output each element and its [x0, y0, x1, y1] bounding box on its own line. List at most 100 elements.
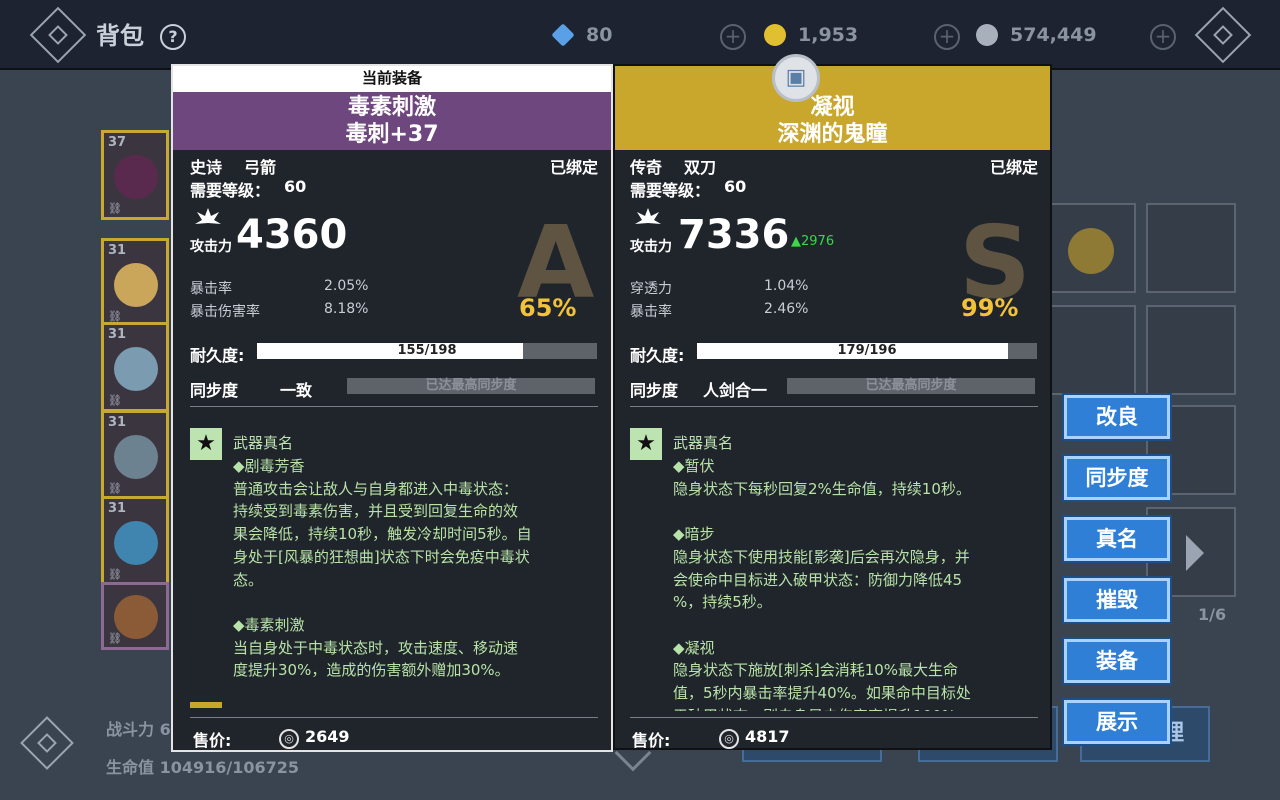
sync-value: 人剑合一	[703, 381, 768, 400]
true-name-description: ◆剧毒芳香 普通攻击会让敌人与自身都进入中毒状态： 持续受到毒素伤害，并且受到回…	[233, 457, 532, 680]
stat-value: 8.18%	[324, 301, 369, 317]
atk-label: 攻击力	[190, 239, 232, 255]
inventory-slot[interactable]: 31 ⛓	[101, 238, 169, 328]
true-name-title: 武器真名	[673, 434, 734, 452]
next-star-icon	[190, 702, 222, 708]
true-name-title: 武器真名	[233, 434, 294, 452]
durability-label: 耐久度:	[630, 346, 685, 365]
sync-label: 同步度	[630, 381, 679, 400]
inventory-slot[interactable]: 31 ⛓	[101, 410, 169, 500]
attack-icon	[195, 208, 221, 224]
page-indicator: 1/6	[1198, 605, 1227, 624]
add-diamond-button[interactable]: +	[720, 24, 746, 50]
weapon-type: 弓箭	[244, 158, 277, 177]
home-icon	[1213, 25, 1233, 45]
link-icon: ⛓	[108, 632, 122, 645]
price-value: 2649	[305, 727, 350, 746]
diamond-currency: 80	[551, 22, 672, 50]
slot-level: 31	[108, 243, 127, 258]
stat-value: 1.04%	[764, 278, 809, 294]
item-title: 凝视	[810, 95, 855, 120]
slot-level: 37	[108, 135, 127, 150]
inventory-slot[interactable]: ⛓	[101, 582, 169, 650]
add-silver-button[interactable]: +	[1150, 24, 1176, 50]
price-value: 4817	[745, 727, 790, 746]
chevron-up-icon	[37, 733, 57, 753]
divider	[190, 717, 598, 718]
bound-status: 已绑定	[990, 158, 1039, 177]
bow-icon	[114, 155, 158, 199]
atk-increase: ▲2976	[791, 234, 834, 249]
bound-status: 已绑定	[550, 158, 599, 177]
gold-coin-icon	[764, 24, 786, 46]
atk-value: 7336	[678, 212, 790, 258]
ring-icon	[114, 435, 158, 479]
sync-bar: 已达最高同步度	[347, 378, 595, 394]
back-button[interactable]	[29, 6, 87, 64]
divider	[630, 717, 1038, 718]
home-button[interactable]	[1194, 6, 1252, 64]
show-button[interactable]: 展示	[1064, 700, 1170, 744]
star-icon: ★	[630, 428, 662, 460]
stat-value: 2.05%	[324, 278, 369, 294]
item-name-band: 毒素刺激 毒刺+37	[173, 92, 611, 150]
cross-amulet-icon	[114, 521, 158, 565]
inventory-slot[interactable]: 31 ⛓	[101, 496, 169, 586]
silver-coin-icon	[976, 24, 998, 46]
weapon-type: 双刀	[684, 158, 717, 177]
sync-button[interactable]: 同步度	[1064, 456, 1170, 500]
destroy-button[interactable]: 摧毁	[1064, 578, 1170, 622]
image-icon[interactable]: ▣	[772, 54, 820, 102]
durability-text: 155/198	[397, 343, 457, 358]
stat-name: 暴击伤害率	[190, 304, 260, 320]
current-equipment-label: 当前装备	[173, 66, 611, 92]
level-req-label: 需要等级：	[630, 181, 711, 200]
inventory-slot[interactable]: 31 ⛓	[101, 322, 169, 412]
quality-percent: 65%	[519, 294, 577, 322]
durability-text: 179/196	[837, 343, 897, 358]
rarity: 传奇	[630, 158, 663, 177]
gold-value: 1,953	[798, 24, 859, 46]
inventory-cell[interactable]	[1146, 203, 1236, 293]
inventory-slot[interactable]: 37 ⛓	[101, 130, 169, 220]
refine-button[interactable]: 改良	[1064, 395, 1170, 439]
price-label: 售价:	[632, 731, 671, 750]
link-icon: ⛓	[108, 394, 122, 407]
next-page-arrow-icon[interactable]	[1186, 535, 1204, 571]
item-subtitle: 深渊的鬼瞳	[777, 122, 888, 147]
item-title: 毒素刺激	[347, 95, 436, 120]
equip-button[interactable]: 装备	[1064, 639, 1170, 683]
up-arrow-icon: ▲	[791, 234, 801, 249]
atk-label: 攻击力	[630, 239, 672, 255]
diamond-icon	[551, 23, 575, 47]
inventory-cell[interactable]	[1146, 305, 1236, 395]
sync-bar: 已达最高同步度	[787, 378, 1035, 394]
link-icon: ⛓	[108, 568, 122, 581]
inventory-cell[interactable]	[1046, 305, 1136, 395]
sync-label: 同步度	[190, 381, 239, 400]
add-gold-button[interactable]: +	[934, 24, 960, 50]
hp-label: 生命值 104916/106725	[106, 758, 300, 777]
expand-button[interactable]	[20, 716, 74, 770]
rarity: 史诗	[190, 158, 223, 177]
sync-value: 一致	[280, 381, 313, 400]
back-icon	[48, 25, 68, 45]
power-label: 战斗力 6	[106, 720, 171, 739]
stat-value: 2.46%	[764, 301, 809, 317]
item-subtitle: 毒刺+37	[345, 122, 439, 147]
true-name-description: ◆暂伏 隐身状态下每秒回复2%生命值，持续10秒。 ◆暗步 隐身状态下使用技能[…	[673, 457, 971, 711]
durability-bar: 155/198	[257, 343, 597, 359]
divider	[190, 406, 598, 407]
true-name-button[interactable]: 真名	[1064, 517, 1170, 561]
level-req-value: 60	[724, 177, 747, 196]
slot-level: 31	[108, 501, 127, 516]
question-icon[interactable]: ?	[160, 24, 186, 50]
atk-diff: 2976	[801, 234, 835, 249]
link-icon: ⛓	[108, 202, 122, 215]
gold-currency: 1,953	[764, 22, 884, 50]
item-name-band: 凝视 深渊的鬼瞳	[615, 66, 1050, 150]
durability-label: 耐久度:	[190, 346, 245, 365]
stat-name: 穿透力	[630, 281, 672, 297]
slot-level: 31	[108, 415, 127, 430]
bracelet-icon	[114, 347, 158, 391]
